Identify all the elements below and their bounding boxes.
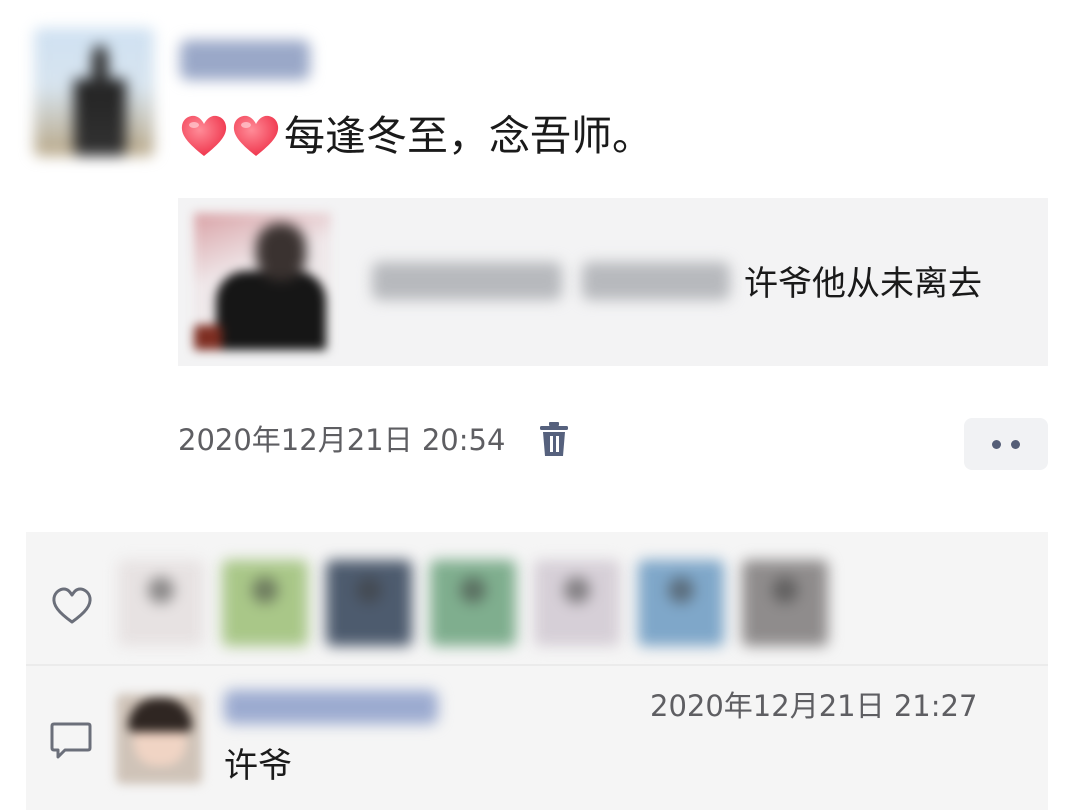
heart-outline-icon — [52, 587, 92, 624]
more-dots-icon — [1011, 439, 1020, 449]
shared-link-title: 许爷他从未离去 — [744, 264, 982, 304]
more-options-button[interactable] — [964, 418, 1048, 470]
liker-avatar[interactable] — [534, 560, 620, 646]
commenter-name[interactable] — [224, 690, 438, 724]
liker-avatar[interactable] — [742, 560, 828, 646]
liker-avatar[interactable] — [118, 560, 204, 646]
post-text: 每逢冬至，念吾师。 — [180, 108, 653, 164]
divider — [26, 664, 1048, 666]
liker-avatar[interactable] — [326, 560, 412, 646]
author-avatar[interactable] — [34, 28, 154, 156]
comment-text[interactable]: 许爷 — [224, 742, 292, 790]
heart-emoji-icon — [233, 115, 279, 156]
post-timestamp: 2020年12月21日 20:54 — [178, 423, 506, 457]
author-name[interactable] — [180, 40, 310, 80]
shared-link-blurred-text — [582, 262, 730, 300]
commenter-avatar[interactable] — [116, 694, 202, 784]
liker-avatar[interactable] — [430, 560, 516, 646]
comment-timestamp: 2020年12月21日 21:27 — [650, 689, 978, 723]
shared-link-thumbnail — [194, 213, 331, 350]
liker-avatar[interactable] — [222, 560, 308, 646]
post-body-text: 每逢冬至，念吾师。 — [284, 112, 653, 160]
comment-icon — [50, 722, 92, 759]
shared-link-blurred-text — [372, 262, 562, 300]
heart-emoji-icon — [181, 115, 227, 156]
more-dots-icon — [992, 439, 1001, 449]
trash-icon[interactable] — [538, 422, 570, 458]
liker-avatar[interactable] — [638, 560, 724, 646]
